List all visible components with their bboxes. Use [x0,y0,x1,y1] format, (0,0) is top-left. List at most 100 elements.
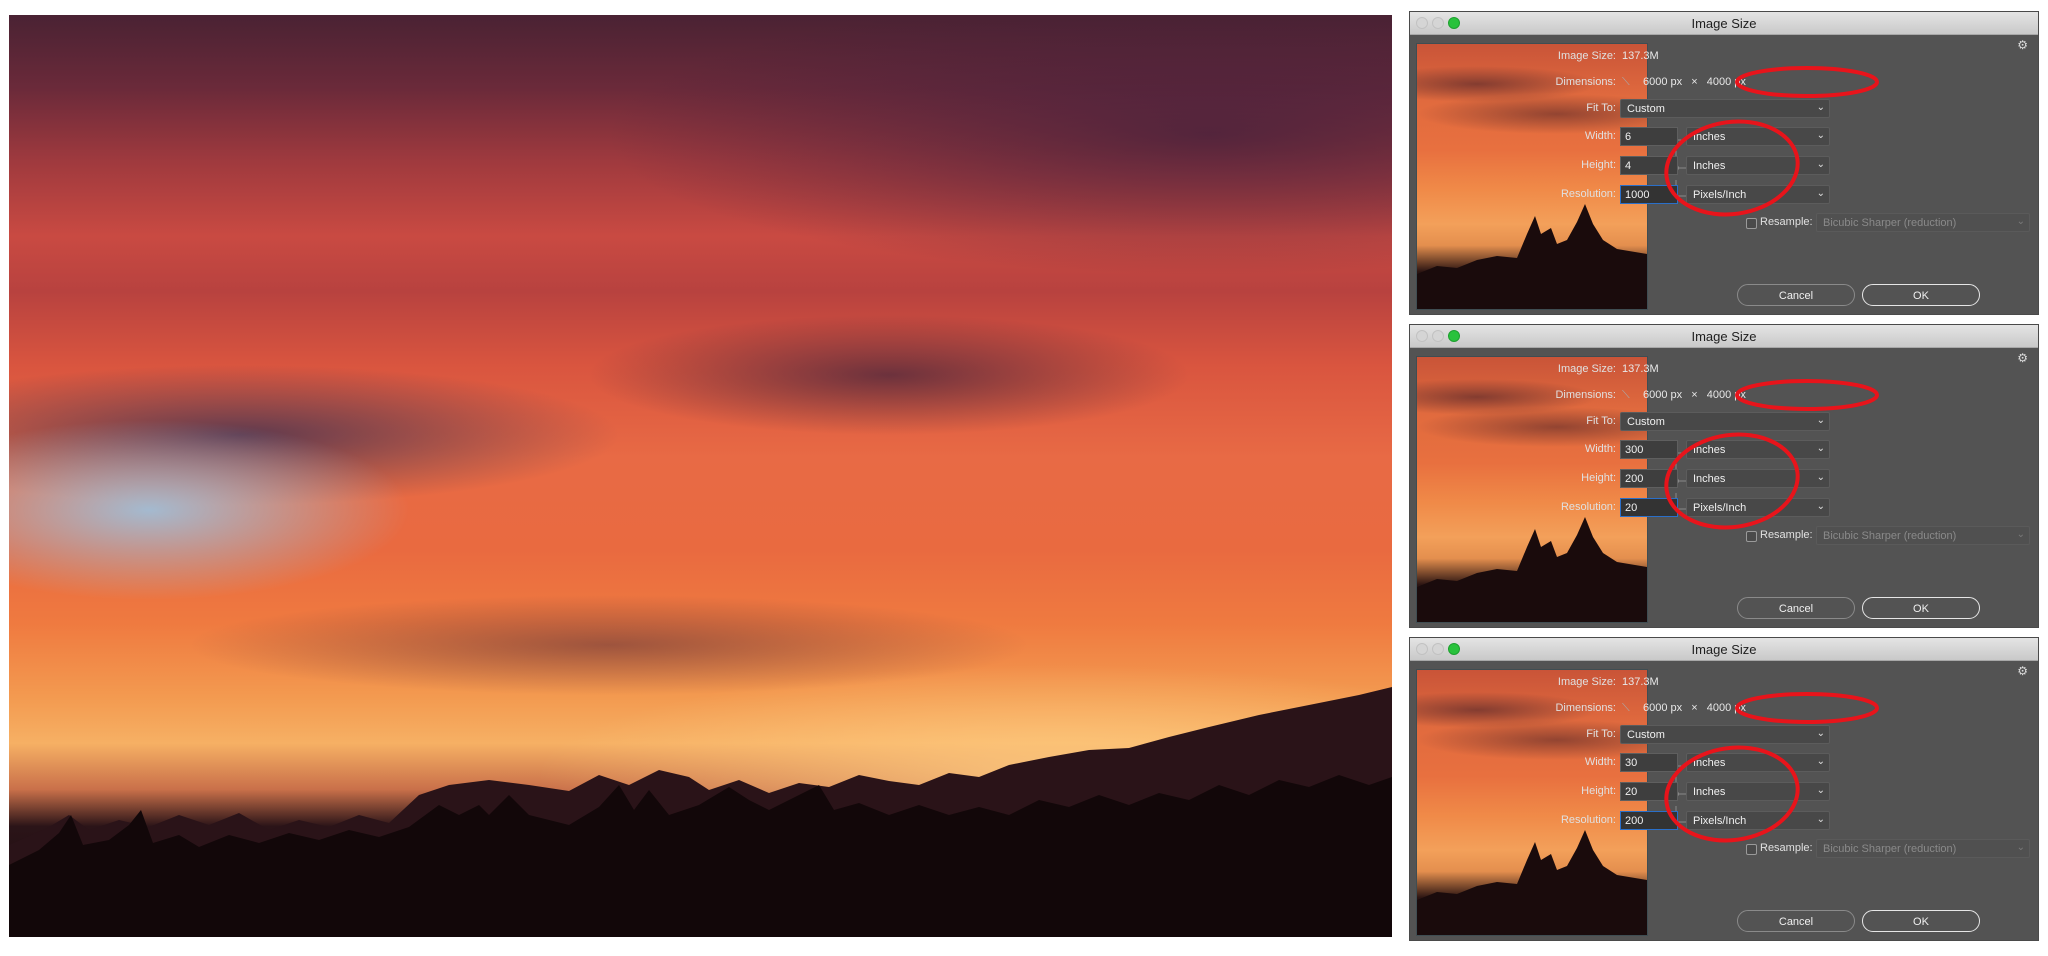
height-input[interactable]: 200 [1620,469,1678,488]
fit-to-select[interactable]: Custom ⌄ [1620,725,1830,744]
chevron-down-icon: ⌄ [1816,415,1825,426]
width-input[interactable]: 300 [1620,440,1678,459]
dimensions-width: 6000 px [1643,76,1683,88]
resample-label: Resample: [1760,216,1813,228]
resolution-input[interactable]: 1000 [1620,185,1678,204]
height-unit-value: Inches [1693,786,1726,798]
width-label: Width: [1584,443,1616,455]
dimensions-times: × [1691,389,1698,401]
height-unit-select[interactable]: Inches ⌄ [1686,782,1830,801]
resample-method-select: Bicubic Sharper (reduction) ⌄ [1816,526,2030,545]
width-input[interactable]: 30 [1620,753,1678,772]
dimensions-label: Dimensions: [1555,76,1616,88]
title-bar: Image Size [1410,638,2038,661]
gear-icon[interactable]: ⚙ [2017,664,2028,678]
fit-to-label: Fit To: [1586,102,1616,114]
dimensions-value: 6000 px × 4000 px [1643,702,1746,714]
height-unit-select[interactable]: Inches ⌄ [1686,469,1830,488]
resample-checkbox[interactable] [1746,531,1757,542]
width-input[interactable]: 6 [1620,127,1678,146]
annotation-ring-dimensions [1735,66,1879,98]
resolution-unit-value: Pixels/Inch [1693,815,1747,827]
dimensions-times: × [1691,702,1698,714]
image-size-label: Image Size: [1557,50,1616,62]
image-size-label: Image Size: [1557,676,1616,688]
resolution-unit-select[interactable]: Pixels/Inch ⌄ [1686,811,1830,830]
dimensions-toggle-icon[interactable]: ⟍ [1622,702,1630,715]
fit-to-value: Custom [1627,729,1665,741]
cancel-button[interactable]: Cancel [1737,284,1855,306]
dimensions-toggle-icon[interactable]: ⟍ [1622,76,1630,89]
width-unit-select[interactable]: Inches ⌄ [1686,127,1830,146]
chevron-down-icon: ⌄ [1816,501,1825,512]
height-input[interactable]: 4 [1620,156,1678,175]
gear-icon[interactable]: ⚙ [2017,38,2028,52]
chevron-down-icon: ⌄ [1816,728,1825,739]
ok-button[interactable]: OK [1862,597,1980,619]
image-size-value: 137.3M [1622,676,1659,688]
resample-checkbox[interactable] [1746,218,1757,229]
cancel-button[interactable]: Cancel [1737,597,1855,619]
height-unit-value: Inches [1693,160,1726,172]
resample-method-value: Bicubic Sharper (reduction) [1823,843,1957,855]
image-size-dialog-2: Image Size ⚙ Image Size: 137.3M Dimensio… [1410,325,2038,627]
dimensions-height: 4000 px [1706,702,1746,714]
dimensions-label: Dimensions: [1555,389,1616,401]
resolution-unit-value: Pixels/Inch [1693,502,1747,514]
resolution-unit-select[interactable]: Pixels/Inch ⌄ [1686,185,1830,204]
height-unit-select[interactable]: Inches ⌄ [1686,156,1830,175]
image-size-dialog-3: Image Size ⚙ Image Size: 137.3M Dimensio… [1410,638,2038,940]
dimensions-times: × [1691,76,1698,88]
fit-to-label: Fit To: [1586,728,1616,740]
width-unit-select[interactable]: Inches ⌄ [1686,440,1830,459]
chevron-down-icon: ⌄ [2016,842,2025,853]
image-size-dialog-1: Image Size ⚙ Image Size: 137.3M Dimensio… [1410,12,2038,314]
dimensions-label: Dimensions: [1555,702,1616,714]
resolution-input[interactable]: 20 [1620,498,1678,517]
fit-to-label: Fit To: [1586,415,1616,427]
chevron-down-icon: ⌄ [2016,216,2025,227]
resample-method-value: Bicubic Sharper (reduction) [1823,217,1957,229]
fit-to-value: Custom [1627,103,1665,115]
resolution-label: Resolution: [1560,188,1616,200]
resample-checkbox[interactable] [1746,844,1757,855]
chevron-down-icon: ⌄ [1816,443,1825,454]
resample-label: Resample: [1760,529,1813,541]
image-size-value: 137.3M [1622,50,1659,62]
chevron-down-icon: ⌄ [1816,188,1825,199]
chevron-down-icon: ⌄ [1816,785,1825,796]
image-size-value: 137.3M [1622,363,1659,375]
height-label: Height: [1581,785,1616,797]
height-input[interactable]: 20 [1620,782,1678,801]
width-label: Width: [1584,756,1616,768]
fit-to-select[interactable]: Custom ⌄ [1620,412,1830,431]
dimensions-value: 6000 px × 4000 px [1643,76,1746,88]
width-unit-value: Inches [1693,131,1726,143]
resolution-input[interactable]: 200 [1620,811,1678,830]
fit-to-value: Custom [1627,416,1665,428]
resolution-unit-select[interactable]: Pixels/Inch ⌄ [1686,498,1830,517]
dialog-title: Image Size [1691,16,1757,31]
annotation-ring-dimensions [1735,379,1879,411]
chevron-down-icon: ⌄ [1816,814,1825,825]
width-unit-select[interactable]: Inches ⌄ [1686,753,1830,772]
dimensions-toggle-icon[interactable]: ⟍ [1622,389,1630,402]
cancel-button[interactable]: Cancel [1737,910,1855,932]
fit-to-select[interactable]: Custom ⌄ [1620,99,1830,118]
forest-silhouette [9,687,1392,937]
dimensions-height: 4000 px [1706,389,1746,401]
sunset-photo [9,15,1392,937]
image-size-label: Image Size: [1557,363,1616,375]
chevron-down-icon: ⌄ [1816,756,1825,767]
gear-icon[interactable]: ⚙ [2017,351,2028,365]
height-label: Height: [1581,159,1616,171]
ok-button[interactable]: OK [1862,910,1980,932]
resample-method-value: Bicubic Sharper (reduction) [1823,530,1957,542]
resolution-unit-value: Pixels/Inch [1693,189,1747,201]
ok-button[interactable]: OK [1862,284,1980,306]
title-bar: Image Size [1410,12,2038,35]
chevron-down-icon: ⌄ [1816,159,1825,170]
chevron-down-icon: ⌄ [1816,130,1825,141]
annotation-ring-dimensions [1735,692,1879,724]
resolution-label: Resolution: [1560,814,1616,826]
